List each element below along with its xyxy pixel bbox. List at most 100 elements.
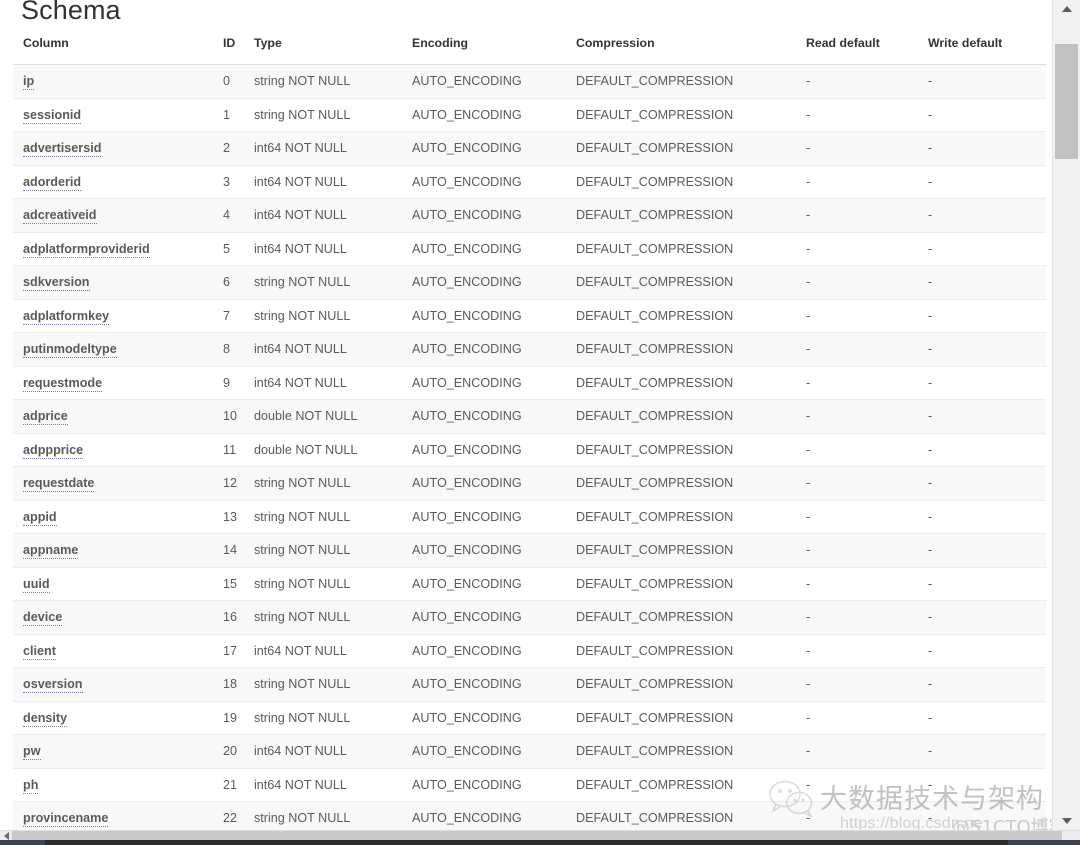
cell-write-default: - [918, 64, 1046, 99]
cell-id: 17 [213, 634, 244, 668]
schema-table: Column ID Type Encoding Compression Read… [13, 36, 1046, 830]
cell-type: int64 NOT NULL [244, 165, 402, 199]
horizontal-scrollbar[interactable] [0, 830, 1080, 840]
column-header-column[interactable]: Column [13, 36, 213, 65]
cell-compression: DEFAULT_COMPRESSION [566, 332, 796, 367]
cell-encoding: AUTO_ENCODING [402, 332, 566, 367]
table-row[interactable]: pw 20 int64 NOT NULL AUTO_ENCODING DEFAULT_C… [13, 734, 1046, 769]
cell-column: ip [13, 64, 213, 99]
cell-compression: DEFAULT_COMPRESSION [566, 433, 796, 467]
table-row[interactable]: sessionid 1 string NOT NULL AUTO_ENCODING DE… [13, 98, 1046, 132]
taskbar-tray-region[interactable] [1008, 840, 1080, 845]
cell-type: string NOT NULL [244, 466, 402, 501]
vertical-scrollbar[interactable] [1052, 0, 1080, 830]
table-row[interactable]: density 19 string NOT NULL AUTO_ENCODING DEF… [13, 701, 1046, 735]
table-row[interactable]: advertisersid 2 int64 NOT NULL AUTO_ENCODIN… [13, 131, 1046, 166]
cell-compression: DEFAULT_COMPRESSION [566, 299, 796, 333]
cell-compression: DEFAULT_COMPRESSION [566, 399, 796, 434]
cell-write-default: - [918, 701, 1046, 735]
table-row[interactable]: sdkversion 6 string NOT NULL AUTO_ENCODING D… [13, 265, 1046, 300]
table-row[interactable]: requestmode 9 int64 NOT NULL AUTO_ENCODING D… [13, 366, 1046, 400]
cell-encoding: AUTO_ENCODING [402, 232, 566, 266]
cell-type: int64 NOT NULL [244, 366, 402, 400]
column-name-label: sessionid [23, 107, 82, 124]
cell-write-default: - [918, 299, 1046, 333]
table-row[interactable]: client 17 int64 NOT NULL AUTO_ENCODING DEFAU… [13, 634, 1046, 668]
cell-type: double NOT NULL [244, 433, 402, 467]
cell-column: adppprice [13, 433, 213, 467]
column-name-label: requestmode [23, 375, 103, 392]
cell-write-default: - [918, 165, 1046, 199]
cell-column: pw [13, 734, 213, 769]
cell-encoding: AUTO_ENCODING [402, 500, 566, 534]
cell-encoding: AUTO_ENCODING [402, 701, 566, 735]
table-row[interactable]: adorderid 3 int64 NOT NULL AUTO_ENCODING DEF… [13, 165, 1046, 199]
column-header-compression[interactable]: Compression [566, 36, 796, 65]
column-header-type[interactable]: Type [244, 36, 402, 65]
cell-id: 21 [213, 768, 244, 802]
table-header: Column ID Type Encoding Compression Read… [13, 36, 1046, 65]
cell-read-default: - [796, 131, 918, 166]
table-row[interactable]: ip 0 string NOT NULL AUTO_ENCODING DEFAULT_C… [13, 64, 1046, 99]
cell-encoding: AUTO_ENCODING [402, 600, 566, 635]
table-row[interactable]: appid 13 string NOT NULL AUTO_ENCODING DEFAU… [13, 500, 1046, 534]
cell-encoding: AUTO_ENCODING [402, 64, 566, 99]
cell-encoding: AUTO_ENCODING [402, 768, 566, 802]
cell-compression: DEFAULT_COMPRESSION [566, 567, 796, 601]
cell-compression: DEFAULT_COMPRESSION [566, 98, 796, 132]
table-row[interactable]: appname 14 string NOT NULL AUTO_ENCODING DEF… [13, 533, 1046, 568]
column-header-read-default[interactable]: Read default [796, 36, 918, 65]
column-name-label: osversion [23, 677, 83, 694]
cell-read-default: - [796, 366, 918, 400]
table-row[interactable]: osversion 18 string NOT NULL AUTO_ENCODING D… [13, 667, 1046, 702]
column-name-label: appname [23, 543, 79, 560]
cell-column: provincename [13, 801, 213, 830]
taskbar [0, 840, 1080, 845]
table-row[interactable]: adplatformproviderid 5 int64 NOT NULL AUTO_… [13, 232, 1046, 266]
scroll-down-arrow-icon[interactable] [1053, 812, 1080, 830]
cell-column: adplatformkey [13, 299, 213, 333]
column-name-label: provincename [23, 811, 109, 828]
cell-compression: DEFAULT_COMPRESSION [566, 667, 796, 702]
cell-write-default: - [918, 801, 1046, 830]
cell-write-default: - [918, 433, 1046, 467]
scroll-up-arrow-icon[interactable] [1053, 0, 1080, 18]
table-row[interactable]: adprice 10 double NOT NULL AUTO_ENCODING DEF… [13, 399, 1046, 434]
cell-id: 6 [213, 265, 244, 300]
table-row[interactable]: putinmodeltype 8 int64 NOT NULL AUTO_ENCODI… [13, 332, 1046, 367]
cell-column: appname [13, 533, 213, 568]
scroll-left-arrow-icon[interactable] [1, 831, 11, 840]
cell-compression: DEFAULT_COMPRESSION [566, 734, 796, 769]
cell-read-default: - [796, 265, 918, 300]
cell-read-default: - [796, 433, 918, 467]
cell-type: int64 NOT NULL [244, 734, 402, 769]
cell-write-default: - [918, 500, 1046, 534]
cell-type: double NOT NULL [244, 399, 402, 434]
cell-read-default: - [796, 399, 918, 434]
cell-type: string NOT NULL [244, 64, 402, 99]
cell-write-default: - [918, 332, 1046, 367]
table-row[interactable]: adplatformkey 7 string NOT NULL AUTO_ENCODI… [13, 299, 1046, 333]
cell-read-default: - [796, 64, 918, 99]
cell-read-default: - [796, 768, 918, 802]
cell-type: string NOT NULL [244, 265, 402, 300]
cell-type: string NOT NULL [244, 299, 402, 333]
cell-column: advertisersid [13, 131, 213, 166]
table-row[interactable]: requestdate 12 string NOT NULL AUTO_ENCODIN… [13, 466, 1046, 501]
table-row[interactable]: adppprice 11 double NOT NULL AUTO_ENCODING D… [13, 433, 1046, 467]
column-header-write-default[interactable]: Write default [918, 36, 1046, 65]
cell-column: appid [13, 500, 213, 534]
cell-compression: DEFAULT_COMPRESSION [566, 265, 796, 300]
column-header-id[interactable]: ID [213, 36, 244, 65]
table-row[interactable]: uuid 15 string NOT NULL AUTO_ENCODING DEFAUL… [13, 567, 1046, 601]
column-header-encoding[interactable]: Encoding [402, 36, 566, 65]
table-row[interactable]: adcreativeid 4 int64 NOT NULL AUTO_ENCODING… [13, 198, 1046, 233]
table-row[interactable]: provincename 22 string NOT NULL AUTO_ENCODI… [13, 801, 1046, 830]
horizontal-scrollbar-thumb[interactable] [12, 831, 1062, 840]
cell-type: string NOT NULL [244, 567, 402, 601]
table-row[interactable]: device 16 string NOT NULL AUTO_ENCODING DEFA… [13, 600, 1046, 635]
vertical-scrollbar-thumb[interactable] [1055, 44, 1078, 159]
cell-write-default: - [918, 399, 1046, 434]
taskbar-start-region[interactable] [0, 840, 45, 845]
table-row[interactable]: ph 21 int64 NOT NULL AUTO_ENCODING DEFAULT_C… [13, 768, 1046, 802]
